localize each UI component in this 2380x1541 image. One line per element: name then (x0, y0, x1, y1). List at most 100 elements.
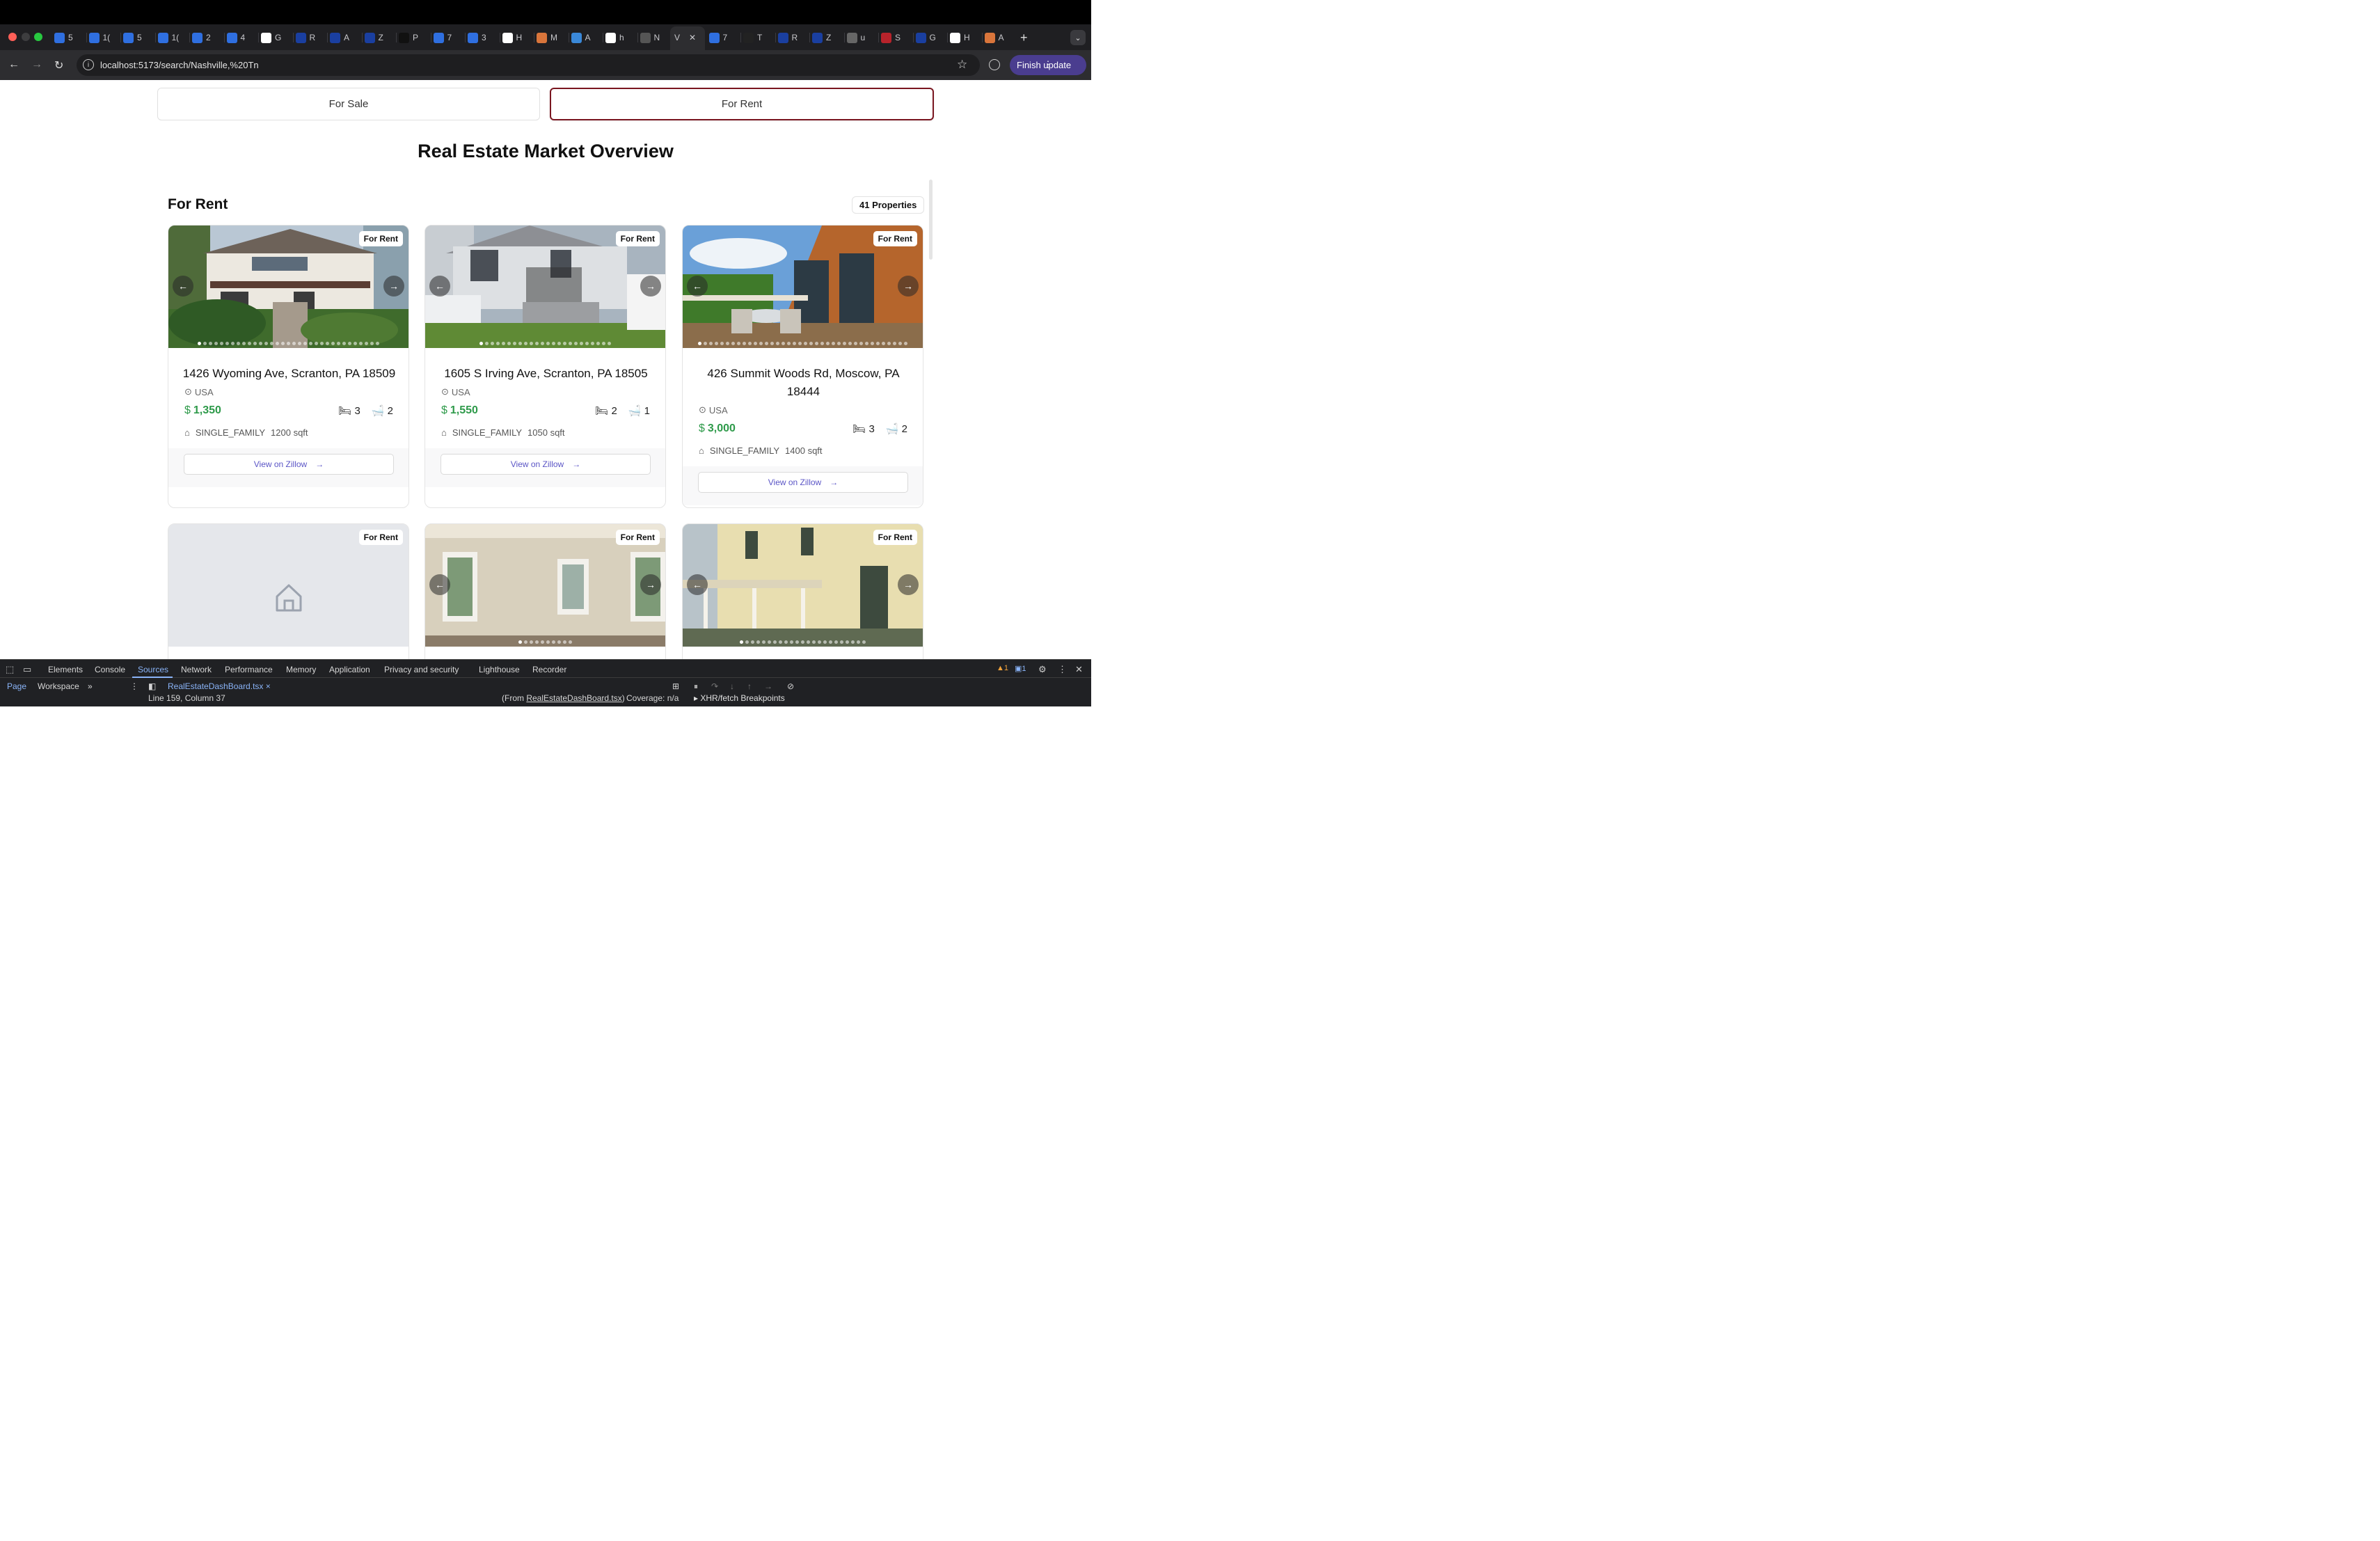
reload-icon[interactable]: ↻ (54, 58, 63, 72)
more-options-icon[interactable]: ⋮ (1058, 664, 1067, 675)
browser-tab[interactable]: h (605, 30, 624, 45)
browser-tab[interactable]: 1( (88, 30, 110, 45)
tab-title: S (895, 33, 901, 42)
devtools-tab-privacy-and-security[interactable]: Privacy and security (384, 665, 459, 674)
browser-tab[interactable]: G (915, 30, 936, 45)
for-rent-toggle[interactable]: For Rent (550, 88, 934, 120)
bath-icon: 🛁 (628, 405, 642, 417)
xhr-label: XHR/fetch Breakpoints (700, 693, 785, 703)
url-text[interactable]: localhost:5173/search/Nashville,%20Tn (100, 60, 259, 70)
star-icon[interactable]: ☆ (957, 58, 967, 72)
tab-workspace[interactable]: Workspace (38, 681, 79, 691)
sidebar-toggle-icon[interactable]: ◧ (148, 681, 156, 691)
browser-tab[interactable]: T (743, 30, 762, 45)
step-into-icon[interactable]: ↓ (730, 681, 734, 691)
browser-tab[interactable]: 7 (433, 30, 452, 45)
browser-tab[interactable]: 4 (226, 30, 245, 45)
source-file-link[interactable]: RealEstateDashBoard.tsx (526, 693, 621, 703)
chevron-right-icon[interactable]: → (640, 276, 661, 297)
browser-tab[interactable]: A (571, 30, 591, 45)
browser-tab[interactable]: S (881, 30, 901, 45)
chevron-right-icon[interactable]: → (898, 276, 919, 297)
chevron-right-icon[interactable]: → (640, 574, 661, 595)
chevron-left-icon[interactable]: ← (687, 574, 708, 595)
devtools-tab-console[interactable]: Console (95, 665, 125, 674)
toggle-debugger-icon[interactable]: ⊞ (672, 681, 679, 691)
tab-separator (878, 33, 879, 42)
step-out-icon[interactable]: ↑ (747, 681, 752, 691)
browser-tab[interactable]: R (777, 30, 798, 45)
pause-icon[interactable]: ⏸ (694, 681, 698, 692)
close-file-icon[interactable]: × (266, 681, 271, 691)
browser-tab[interactable]: 1( (157, 30, 179, 45)
browser-tab[interactable]: H (502, 30, 522, 45)
location-text: USA (708, 404, 728, 416)
message-icon[interactable]: ▣1 (1015, 664, 1026, 673)
devtools-tab-network[interactable]: Network (181, 665, 212, 674)
tab-title: A (585, 33, 591, 42)
file-tab[interactable]: RealEstateDashBoard.tsx × (168, 681, 271, 691)
minimize-window-button[interactable] (22, 33, 30, 41)
devtools-tab-performance[interactable]: Performance (225, 665, 273, 674)
xhr-breakpoints-section[interactable]: ▸ XHR/fetch Breakpoints (694, 693, 785, 703)
browser-tab[interactable]: A (330, 30, 349, 45)
step-icon[interactable]: → (764, 681, 772, 691)
browser-tab[interactable]: 5 (123, 30, 142, 45)
tab-page[interactable]: Page (7, 681, 26, 691)
browser-tab[interactable]: N (640, 30, 660, 45)
chevron-left-icon[interactable]: ← (429, 574, 450, 595)
browser-tab[interactable]: 3 (468, 30, 486, 45)
dollar-icon: $ (699, 422, 705, 434)
finish-update-button[interactable]: Finish update ⋮ (1010, 55, 1086, 75)
new-tab-button[interactable]: + (1020, 31, 1028, 45)
close-tab-icon[interactable]: ✕ (689, 33, 696, 42)
property-photo: For Rent ← → (425, 226, 665, 348)
chevron-right-icon[interactable]: → (383, 276, 404, 297)
inspect-element-icon[interactable]: ⬚ (6, 664, 14, 675)
devtools-tab-recorder[interactable]: Recorder (532, 665, 566, 674)
more-tabs-icon[interactable]: » (88, 681, 93, 691)
browser-tab[interactable]: 7 (708, 30, 727, 45)
back-icon[interactable]: ← (8, 58, 19, 71)
devtools-tab-application[interactable]: Application (329, 665, 370, 674)
devtools-tab-elements[interactable]: Elements (48, 665, 83, 674)
more-icon[interactable]: ⋮ (130, 681, 138, 691)
deactivate-breakpoints-icon[interactable]: ⊘ (787, 681, 794, 691)
tab-search-button[interactable]: ⌄ (1070, 30, 1086, 45)
browser-tab[interactable]: 2 (192, 30, 211, 45)
gear-icon[interactable]: ⚙ (1038, 664, 1047, 675)
close-icon[interactable]: ✕ (1075, 664, 1083, 675)
zoom-window-button[interactable] (34, 33, 42, 41)
devtools-tab-lighthouse[interactable]: Lighthouse (479, 665, 520, 674)
browser-tab[interactable]: A (984, 30, 1004, 45)
device-toolbar-icon[interactable]: ▭ (23, 664, 31, 675)
devtools-tab-memory[interactable]: Memory (286, 665, 316, 674)
browser-tab[interactable]: P (399, 30, 418, 45)
close-window-button[interactable] (8, 33, 17, 41)
chevron-left-icon[interactable]: ← (687, 276, 708, 297)
view-on-zillow-button[interactable]: View on Zillow → (698, 472, 908, 493)
browser-tab[interactable]: M (537, 30, 557, 45)
browser-tab[interactable]: Z (812, 30, 831, 45)
browser-tab[interactable]: Z (364, 30, 383, 45)
view-on-zillow-button[interactable]: View on Zillow → (441, 454, 651, 475)
forward-icon[interactable]: → (31, 58, 42, 71)
browser-tab[interactable]: G (261, 30, 281, 45)
info-icon[interactable]: i (83, 59, 94, 70)
browser-tab[interactable]: R (295, 30, 315, 45)
for-sale-toggle[interactable]: For Sale (157, 88, 540, 120)
chevron-right-icon[interactable]: → (898, 574, 919, 595)
chevron-left-icon[interactable]: ← (429, 276, 450, 297)
scrollbar[interactable] (929, 180, 933, 260)
view-on-zillow-button[interactable]: View on Zillow → (184, 454, 394, 475)
chevron-left-icon[interactable]: ← (173, 276, 193, 297)
warning-icon[interactable]: ▲1 (997, 664, 1008, 672)
profile-icon[interactable] (989, 59, 1000, 70)
browser-tab[interactable]: u (846, 30, 865, 45)
browser-tab[interactable]: H (950, 30, 970, 45)
devtools-tab-sources[interactable]: Sources (138, 665, 168, 674)
step-over-icon[interactable]: ↷ (711, 681, 718, 691)
bath-count: 2 (901, 423, 907, 435)
browser-tab[interactable]: V ✕ (674, 30, 696, 45)
browser-tab[interactable]: 5 (54, 30, 73, 45)
